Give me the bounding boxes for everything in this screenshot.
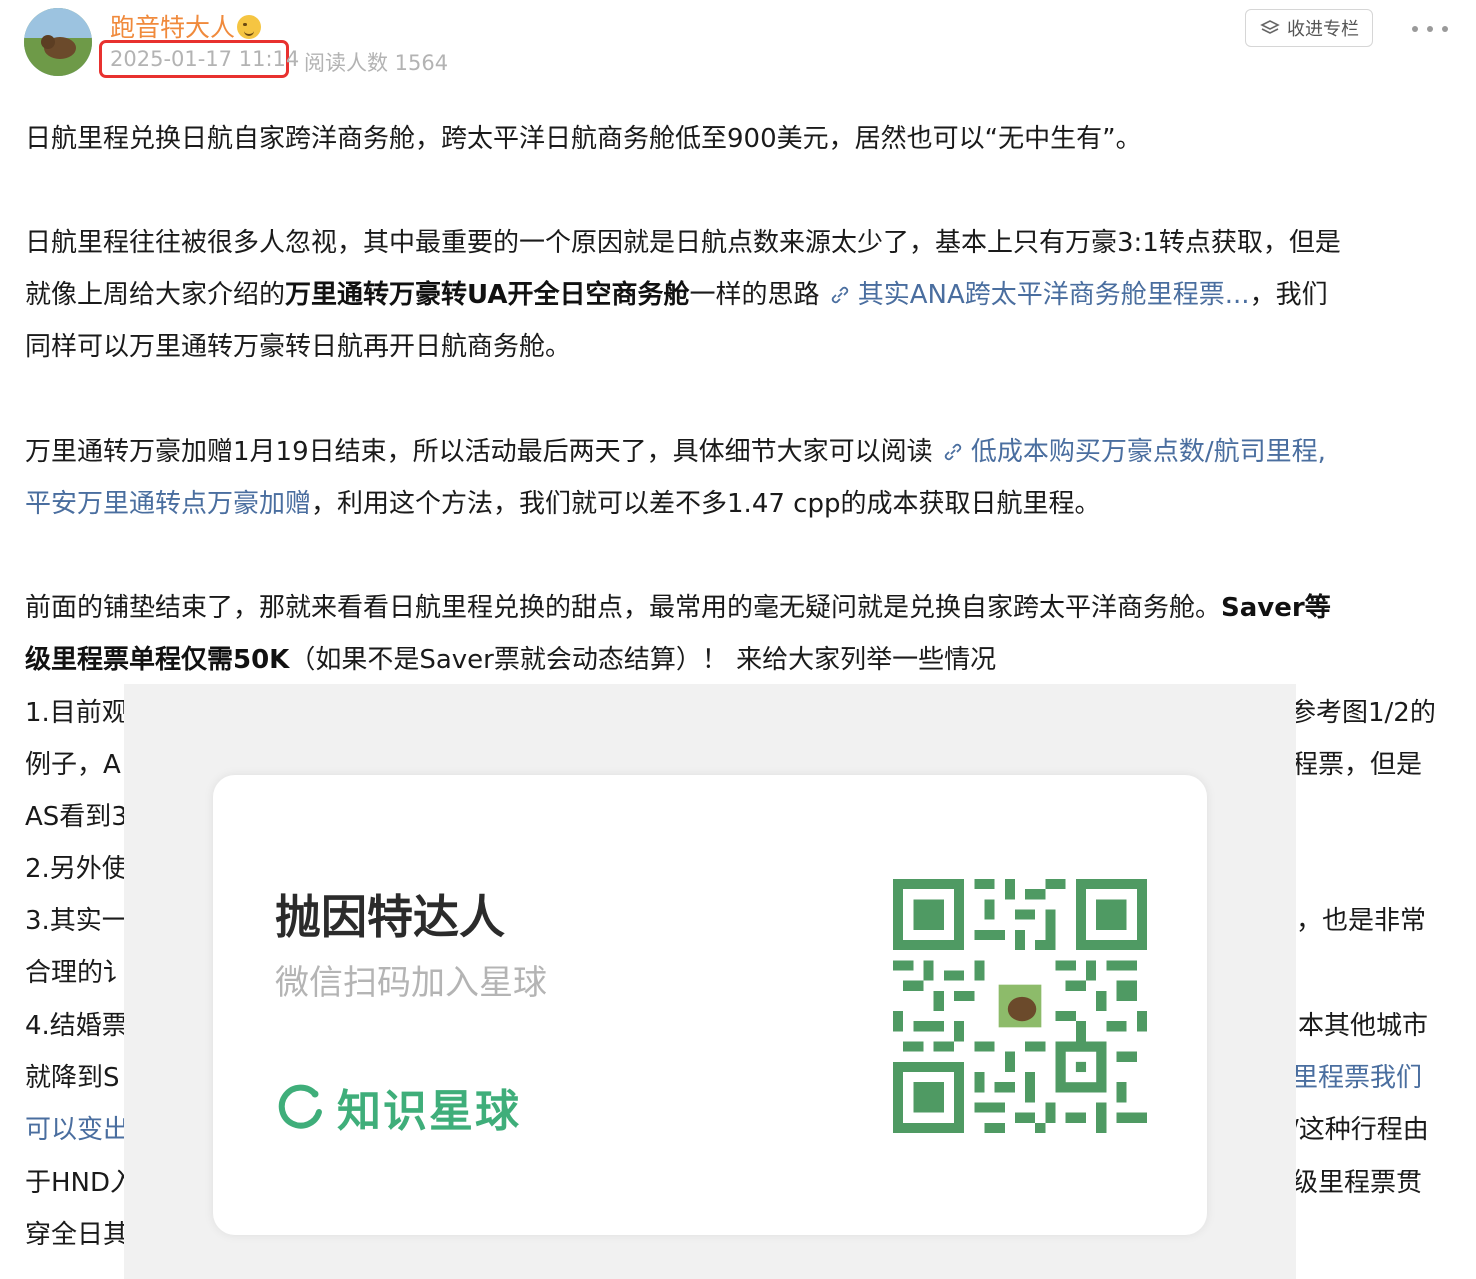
paragraph-2-line-2: 就像上周给大家介绍的万里通转万豪转UA开全日空商务舱一样的思路 其实ANA跨太平… — [25, 280, 1328, 310]
read-count: 阅读人数 1564 — [304, 51, 449, 75]
publish-date: 2025-01-17 11:14 — [110, 47, 300, 71]
planet-brand-text: 知识星球 — [337, 1086, 521, 1137]
covered-line-right-link[interactable]: 里程票我们 — [1292, 1052, 1452, 1104]
paragraph-4-line-2: 级里程票单程仅需50K（如果不是Saver票就会动态结算）！ 来给大家列举一些情… — [25, 645, 997, 675]
author-name[interactable]: 跑音特大人 — [110, 8, 262, 44]
wink-emoji-icon — [237, 15, 262, 39]
collect-to-column-button[interactable]: 收进专栏 — [1245, 9, 1373, 47]
paragraph-2-line-3: 同样可以万里通转万豪转日航再开日航商务舱。 — [25, 332, 572, 362]
covered-line-left: 就降到S — [25, 1063, 120, 1093]
covered-line-left: 2.另外使 — [25, 854, 125, 884]
covered-line-right: 级里程票贯 — [1292, 1168, 1423, 1198]
article-header: 跑音特大人 2025-01-17 11:14 阅读人数 1564 收进专栏 — [0, 0, 1476, 90]
covered-line-right: 参考图1/2的 — [1290, 698, 1436, 728]
covered-line-left: 例子，A — [25, 750, 121, 780]
article-link-marriott[interactable]: 低成本购买万豪点数/航司里程, — [941, 437, 1326, 467]
covered-line-left: 3.其实一 — [25, 906, 125, 936]
paragraph-2-line-1: 日航里程往往被很多人忽视，其中最重要的一个原因就是日航点数来源太少了，基本上只有… — [25, 228, 1341, 258]
covered-line-left-link[interactable]: 可以变出 — [25, 1104, 125, 1156]
covered-line-right: 程票，但是 — [1292, 750, 1423, 780]
covered-line-left: 4.结婚票 — [25, 1011, 125, 1041]
paragraph-4-line-1: 前面的铺垫结束了，那就来看看日航里程兑换的甜点，最常用的毫无疑问就是兑换自家跨太… — [25, 593, 1331, 623]
qr-card[interactable]: 抛因特达人 微信扫码加入星球 知识星球 — [213, 775, 1207, 1235]
author-avatar[interactable] — [24, 8, 92, 76]
more-options-icon[interactable] — [1412, 14, 1448, 44]
link-icon — [831, 286, 848, 304]
paragraph-3-line-2: 平安万里通转点万豪加赠，利用这个方法，我们就可以差不多1.47 cpp的成本获取… — [25, 489, 1101, 519]
link-icon — [944, 443, 962, 461]
collect-label: 收进专栏 — [1287, 19, 1359, 40]
covered-line-left: 合理的讠 — [25, 958, 125, 988]
knowledge-planet-brand: 知识星球 — [275, 1075, 521, 1139]
article-link-pingan[interactable]: 平安万里通转点万豪加赠 — [25, 489, 311, 519]
planet-title: 抛因特达人 — [275, 890, 505, 944]
stack-icon — [1260, 20, 1280, 34]
covered-line-right: 本其他城市 — [1298, 1011, 1429, 1041]
qr-code[interactable] — [893, 879, 1147, 1133]
covered-line-left: 于HND入 — [25, 1168, 125, 1198]
covered-line-left: 穿全日其 — [25, 1220, 125, 1250]
article-link-ana[interactable]: 其实ANA跨太平洋商务舱里程票... — [828, 280, 1250, 310]
covered-line-left: AS看到3 — [25, 802, 125, 832]
paragraph-1: 日航里程兑换日航自家跨洋商务舱，跨太平洋日航商务舱低至900美元，居然也可以“无… — [25, 124, 1142, 154]
covered-line-right: ，也是非常 — [1296, 906, 1427, 936]
planet-subtitle: 微信扫码加入星球 — [275, 963, 547, 1003]
covered-line-right: /这种行程由 — [1290, 1115, 1429, 1145]
covered-line-left: 1.目前观 — [25, 698, 125, 728]
planet-logo-icon — [278, 1084, 322, 1129]
paragraph-3-line-1: 万里通转万豪加赠1月19日结束，所以活动最后两天了，具体细节大家可以阅读 低成本… — [25, 437, 1326, 467]
